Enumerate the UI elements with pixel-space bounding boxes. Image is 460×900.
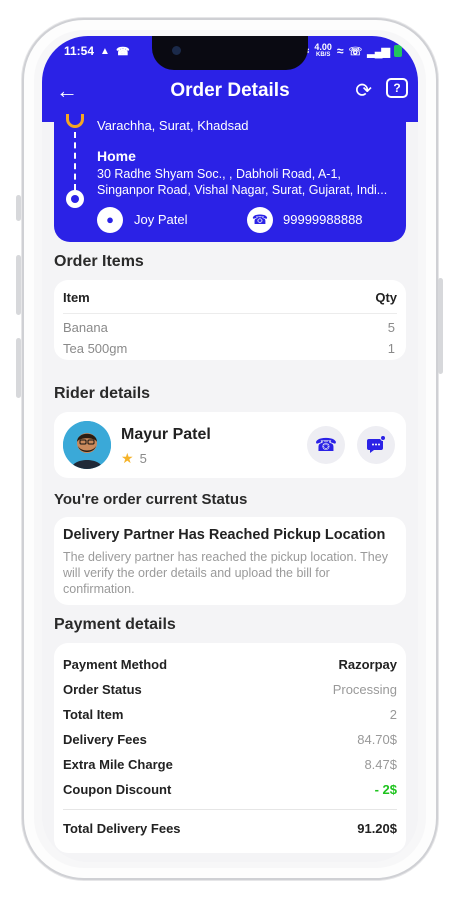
divider bbox=[63, 809, 397, 810]
payment-value: 2 bbox=[389, 707, 397, 722]
payment-details-title: Payment details bbox=[54, 616, 176, 633]
status-heading: Delivery Partner Has Reached Pickup Loca… bbox=[63, 527, 386, 543]
volume-up-button bbox=[16, 255, 21, 315]
wifi-icon: ≈ bbox=[336, 44, 344, 58]
list-item: Banana 5 bbox=[63, 320, 395, 335]
list-item: Tea 500gm 1 bbox=[63, 341, 395, 356]
item-name: Banana bbox=[63, 320, 108, 335]
power-button bbox=[438, 278, 443, 374]
chat-rider-button[interactable] bbox=[357, 426, 395, 464]
mute-switch bbox=[16, 195, 21, 221]
payment-row: Payment Method Razorpay bbox=[63, 657, 397, 672]
payment-row: Delivery Fees 84.70$ bbox=[63, 732, 397, 747]
header: ← Order Details ⟳ ? bbox=[42, 74, 418, 108]
payment-row: Coupon Discount - 2$ bbox=[63, 782, 397, 797]
order-status-title: You're order current Status bbox=[54, 491, 248, 508]
contact-phone[interactable]: 99999988888 bbox=[283, 212, 363, 227]
call-rider-button[interactable]: ☎ bbox=[307, 426, 345, 464]
contact-name: Joy Patel bbox=[134, 212, 188, 227]
rider-name: Mayur Patel bbox=[121, 426, 211, 443]
payment-row: Order Status Processing bbox=[63, 682, 397, 697]
alarm-icon: ▲ bbox=[100, 45, 110, 57]
pickup-address: Varachha, Surat, Khadsad bbox=[97, 118, 249, 133]
payment-value: Processing bbox=[332, 682, 397, 697]
rider-card: Mayur Patel ★ 5 ☎ bbox=[54, 412, 406, 478]
payment-label: Payment Method bbox=[63, 657, 168, 672]
qty-column-header: Qty bbox=[375, 290, 397, 305]
payment-label: Coupon Discount bbox=[63, 782, 172, 797]
route-dashed-line bbox=[74, 132, 76, 190]
item-qty: 1 bbox=[387, 341, 395, 356]
item-qty: 5 bbox=[387, 320, 395, 335]
pickup-pin-icon bbox=[66, 114, 84, 128]
drop-address-line1: 30 Radhe Shyam Soc., , Dabholi Road, A-1… bbox=[97, 167, 341, 181]
network-speed-unit: KB/S bbox=[315, 52, 331, 58]
app-screen: 11:54 ▲ ☎ ✱ 4.00 KB/S ≈ ☏ ▂▄▆ ← Order De… bbox=[42, 36, 418, 862]
total-label: Total Delivery Fees bbox=[63, 821, 181, 836]
rider-rating: ★ 5 bbox=[121, 450, 147, 467]
payment-card: Payment Method Razorpay Order Status Pro… bbox=[54, 643, 406, 853]
payment-value: - 2$ bbox=[374, 782, 397, 797]
phone-icon[interactable]: ☎ bbox=[247, 207, 273, 233]
camera-notch bbox=[152, 36, 308, 70]
avatar bbox=[63, 421, 111, 469]
refresh-icon[interactable]: ⟳ bbox=[355, 78, 372, 103]
payment-total-row: Total Delivery Fees 91.20$ bbox=[63, 821, 397, 836]
network-speed: 4.00 bbox=[314, 42, 332, 52]
volume-down-button bbox=[16, 338, 21, 398]
payment-label: Delivery Fees bbox=[63, 732, 147, 747]
rider-rating-value: 5 bbox=[139, 451, 147, 466]
drop-label: Home bbox=[97, 148, 136, 164]
drop-address-line2: Singanpor Road, Vishal Nagar, Surat, Guj… bbox=[97, 183, 388, 197]
status-time: 11:54 bbox=[64, 44, 95, 58]
payment-row: Total Item 2 bbox=[63, 707, 397, 722]
star-icon: ★ bbox=[121, 450, 134, 466]
payment-label: Extra Mile Charge bbox=[63, 757, 173, 772]
person-icon: ● bbox=[97, 207, 123, 233]
phone-icon: ☎ bbox=[314, 434, 338, 455]
order-items-title: Order Items bbox=[54, 253, 144, 270]
order-items-card: Item Qty Banana 5 Tea 500gm 1 bbox=[54, 280, 406, 360]
payment-label: Order Status bbox=[63, 682, 142, 697]
call-icon: ☏ bbox=[348, 45, 363, 58]
total-value: 91.20$ bbox=[357, 821, 397, 836]
drop-pin-icon bbox=[66, 190, 84, 208]
order-items-header: Item Qty bbox=[63, 290, 397, 314]
payment-row: Extra Mile Charge 8.47$ bbox=[63, 757, 397, 772]
order-status-card: Delivery Partner Has Reached Pickup Loca… bbox=[54, 517, 406, 605]
item-name: Tea 500gm bbox=[63, 341, 128, 356]
payment-value: 8.47$ bbox=[364, 757, 397, 772]
item-column-header: Item bbox=[63, 290, 90, 305]
payment-label: Total Item bbox=[63, 707, 124, 722]
whatsapp-icon: ☎ bbox=[115, 45, 130, 58]
help-chat-icon[interactable]: ? bbox=[386, 78, 408, 98]
battery-icon bbox=[394, 45, 402, 57]
chat-icon bbox=[367, 435, 386, 453]
address-card: Varachha, Surat, Khadsad Home 30 Radhe S… bbox=[54, 114, 406, 242]
payment-value: 84.70$ bbox=[357, 732, 397, 747]
status-description: The delivery partner has reached the pic… bbox=[63, 550, 388, 596]
signal-icon: ▂▄▆ bbox=[367, 45, 390, 58]
payment-value: Razorpay bbox=[338, 657, 397, 672]
rider-details-title: Rider details bbox=[54, 385, 151, 402]
app-top-bar: 11:54 ▲ ☎ ✱ 4.00 KB/S ≈ ☏ ▂▄▆ ← Order De… bbox=[42, 36, 418, 122]
